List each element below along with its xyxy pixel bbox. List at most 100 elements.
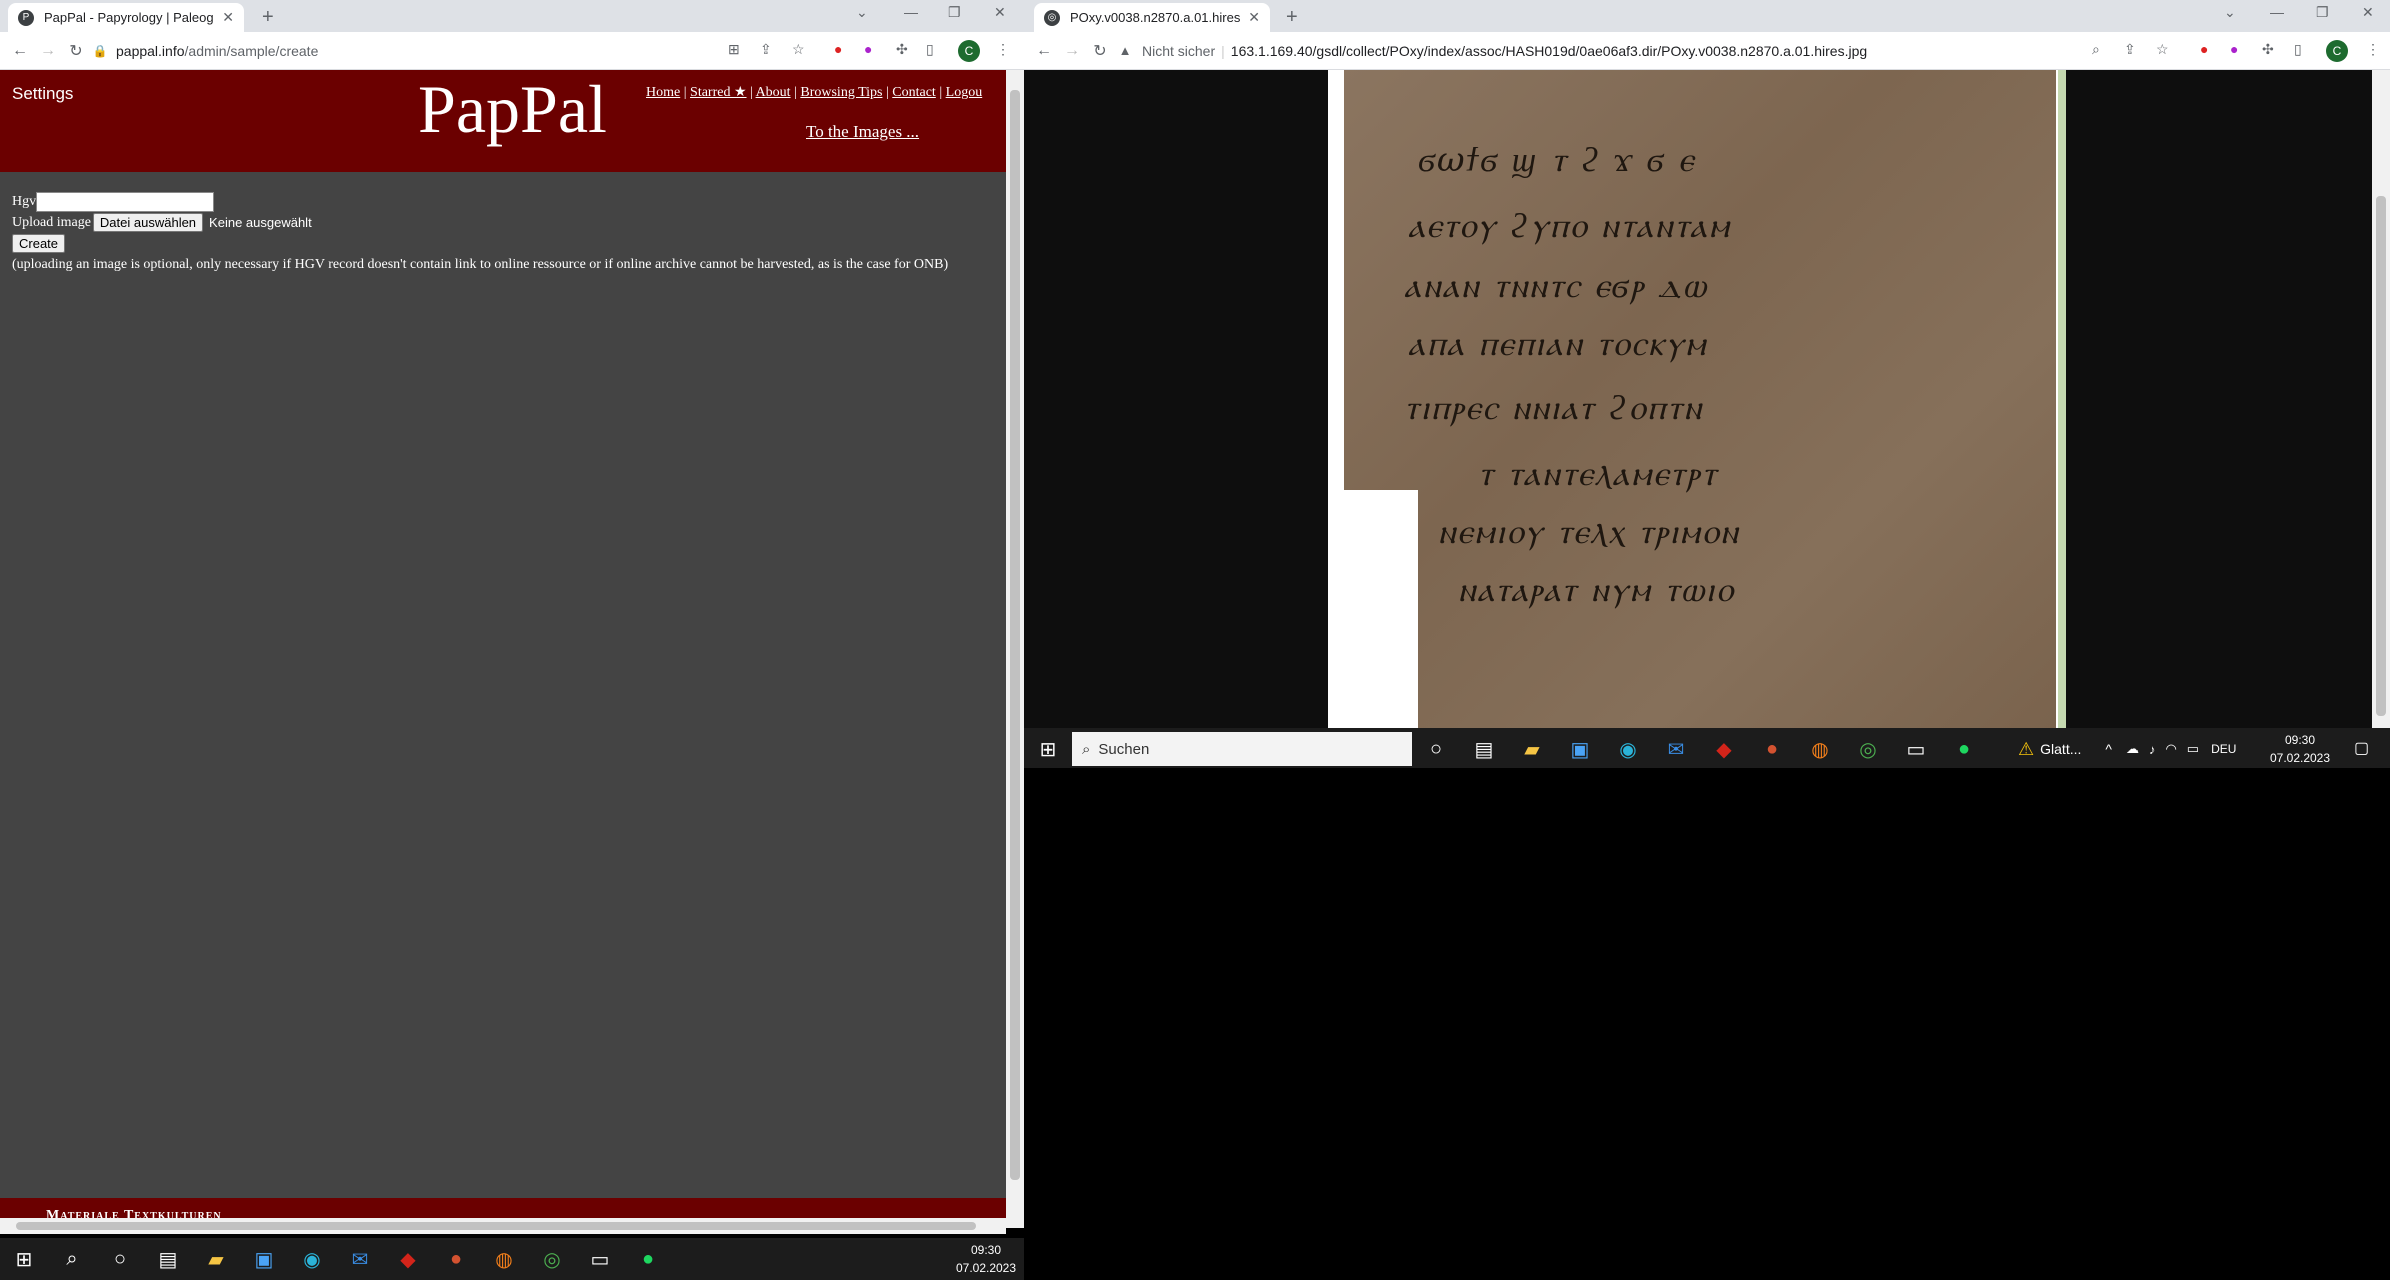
forward-icon[interactable]: → xyxy=(1058,42,1086,60)
minimize-icon[interactable]: — xyxy=(904,4,918,20)
cortana-icon[interactable]: ○ xyxy=(1412,738,1460,761)
minimize-icon[interactable]: — xyxy=(2270,4,2284,20)
nav-contact[interactable]: Contact xyxy=(892,85,936,100)
acrobat-icon[interactable]: ◆ xyxy=(1700,737,1748,762)
store-icon[interactable]: ▣ xyxy=(1556,737,1604,762)
create-button[interactable]: Create xyxy=(12,234,66,253)
close-tab-icon[interactable]: ✕ xyxy=(222,9,234,26)
papyrus-script-line: ⲁⲡⲁ ⲡⲉⲡⲓⲁⲛ ⲧⲟⲥⲕⲩⲙ xyxy=(1408,324,1708,364)
address-bar[interactable]: pappal.info/admin/sample/create xyxy=(116,43,318,59)
file-explorer-icon[interactable]: ▰ xyxy=(192,1247,240,1272)
restore-icon[interactable]: ❐ xyxy=(948,4,961,21)
hgv-input[interactable] xyxy=(36,191,215,212)
task-view-icon[interactable]: ▤ xyxy=(1460,737,1508,762)
file-explorer-icon[interactable]: ▰ xyxy=(1508,737,1556,762)
tab-search-icon[interactable]: ⌄ xyxy=(2224,4,2236,21)
reload-icon[interactable]: ↻ xyxy=(1086,41,1114,61)
tab-pappal[interactable]: P PapPal - Papyrology | Paleograph ✕ xyxy=(8,3,244,32)
close-tab-icon[interactable]: ✕ xyxy=(1248,9,1260,26)
powerpoint-icon[interactable]: ● xyxy=(1748,738,1796,761)
forward-icon[interactable]: → xyxy=(34,42,62,60)
profile-avatar[interactable]: C xyxy=(958,40,980,62)
extension-purple-icon[interactable]: ● xyxy=(864,41,872,57)
sidepanel-icon[interactable]: ▯ xyxy=(2294,41,2302,58)
back-icon[interactable]: ← xyxy=(6,42,34,60)
notifications-icon[interactable]: ▢ xyxy=(2354,738,2369,758)
extension-purple-icon[interactable]: ● xyxy=(2230,41,2238,57)
tray-chevron-icon[interactable]: ^ xyxy=(2105,741,2112,757)
taskbar-clock[interactable]: 09:30 07.02.2023 xyxy=(2260,731,2340,767)
new-tab-button[interactable]: + xyxy=(1286,6,1298,29)
extension-red-icon[interactable]: ● xyxy=(834,41,842,57)
app-window-icon[interactable]: ▭ xyxy=(1892,737,1940,762)
mail-icon[interactable]: ✉ xyxy=(1652,737,1700,762)
nav-browsing-tips[interactable]: Browsing Tips xyxy=(800,85,882,100)
menu-icon[interactable]: ⋮ xyxy=(996,41,1010,58)
language-indicator[interactable]: DEU xyxy=(2211,742,2236,756)
nav-about[interactable]: About xyxy=(756,85,791,100)
network-icon[interactable]: ☁ xyxy=(2126,741,2139,757)
address-bar[interactable]: 163.1.169.40/gsdl/collect/POxy/index/ass… xyxy=(1231,43,1867,59)
volume-icon[interactable]: ♪ xyxy=(2149,742,2156,757)
extension-red-icon[interactable]: ● xyxy=(2200,41,2208,57)
close-window-icon[interactable]: ✕ xyxy=(2362,4,2374,21)
extensions-puzzle-icon[interactable]: ✣ xyxy=(2262,41,2274,58)
app-window-icon[interactable]: ▭ xyxy=(576,1247,624,1272)
nav-starred[interactable]: Starred ★ xyxy=(690,85,746,100)
left-vertical-scrollbar[interactable] xyxy=(1006,70,1024,1228)
extensions-puzzle-icon[interactable]: ✣ xyxy=(896,41,908,58)
windows-start-icon[interactable]: ⊞ xyxy=(0,1247,48,1272)
weather-warning-icon[interactable]: ⚠ xyxy=(2018,739,2034,760)
nav-home[interactable]: Home xyxy=(646,85,680,100)
share-icon[interactable]: ⇪ xyxy=(2124,41,2136,58)
store-icon[interactable]: ▣ xyxy=(240,1247,288,1272)
firefox-icon[interactable]: ◍ xyxy=(480,1247,528,1272)
acrobat-icon[interactable]: ◆ xyxy=(384,1247,432,1272)
right-vertical-scrollbar[interactable] xyxy=(2372,70,2390,730)
task-view-icon[interactable]: ▤ xyxy=(144,1247,192,1272)
mail-icon[interactable]: ✉ xyxy=(336,1247,384,1272)
tab-papyrus-image[interactable]: ◎ POxy.v0038.n2870.a.01.hires.jpg ✕ xyxy=(1034,3,1270,32)
new-tab-button[interactable]: + xyxy=(262,6,274,29)
back-icon[interactable]: ← xyxy=(1030,42,1058,60)
tab-search-icon[interactable]: ⌄ xyxy=(856,4,868,21)
menu-icon[interactable]: ⋮ xyxy=(2366,41,2380,58)
edge-icon[interactable]: ◉ xyxy=(1604,737,1652,762)
reload-icon[interactable]: ↻ xyxy=(62,41,90,61)
settings-link[interactable]: Settings xyxy=(12,84,73,104)
lock-icon: 🔒 xyxy=(92,43,108,58)
taskbar-clock[interactable]: 09:30 07.02.2023 xyxy=(952,1241,1020,1277)
profile-avatar[interactable]: C xyxy=(2326,40,2348,62)
search-icon[interactable]: ⌕ xyxy=(48,1248,96,1271)
security-status[interactable]: Nicht sicher xyxy=(1142,43,1215,59)
sidepanel-icon[interactable]: ▯ xyxy=(926,41,934,58)
chrome-icon[interactable]: ◎ xyxy=(528,1247,576,1272)
cortana-icon[interactable]: ○ xyxy=(96,1248,144,1271)
share-icon[interactable]: ⇪ xyxy=(760,41,772,58)
translate-icon[interactable]: ⊞ xyxy=(728,41,740,58)
to-images-link[interactable]: To the Images ... xyxy=(806,122,919,142)
bookmark-star-icon[interactable]: ☆ xyxy=(792,41,805,58)
powerpoint-icon[interactable]: ● xyxy=(432,1248,480,1271)
zoom-icon[interactable]: ⌕ xyxy=(2092,41,2100,58)
bookmark-star-icon[interactable]: ☆ xyxy=(2156,41,2169,58)
pappal-favicon: P xyxy=(18,9,34,26)
firefox-icon[interactable]: ◍ xyxy=(1796,737,1844,762)
site-logo[interactable]: PapPal xyxy=(418,70,607,149)
chrome-icon[interactable]: ◎ xyxy=(1844,737,1892,762)
taskbar-search[interactable]: ⌕ Suchen xyxy=(1072,732,1412,766)
close-window-icon[interactable]: ✕ xyxy=(994,4,1006,21)
edge-icon[interactable]: ◉ xyxy=(288,1247,336,1272)
battery-icon[interactable]: ▭ xyxy=(2187,741,2199,757)
nav-logout[interactable]: Logou xyxy=(946,85,983,100)
spotify-icon[interactable]: ● xyxy=(624,1248,672,1271)
restore-icon[interactable]: ❐ xyxy=(2316,4,2329,21)
horizontal-scrollbar[interactable] xyxy=(0,1218,1006,1234)
windows-start-icon[interactable]: ⊞ xyxy=(1024,737,1072,762)
papyrus-image[interactable]: ϭωϯϭ ϣ ⲧ ϩ ϫ ϭ ⲉ ⲁⲉⲧⲟⲩ ϩⲩⲡⲟ ⲛⲧⲁⲛⲧⲁⲙ ⲁⲛⲁⲛ… xyxy=(1328,70,2066,728)
weather-text[interactable]: Glatt... xyxy=(2040,741,2081,757)
wifi-icon[interactable]: ◠ xyxy=(2165,741,2176,757)
spotify-icon[interactable]: ● xyxy=(1940,738,1988,761)
choose-file-button[interactable]: Datei auswählen xyxy=(92,213,204,232)
papyrus-script-line: ϭωϯϭ ϣ ⲧ ϩ ϫ ϭ ⲉ xyxy=(1418,140,1696,180)
